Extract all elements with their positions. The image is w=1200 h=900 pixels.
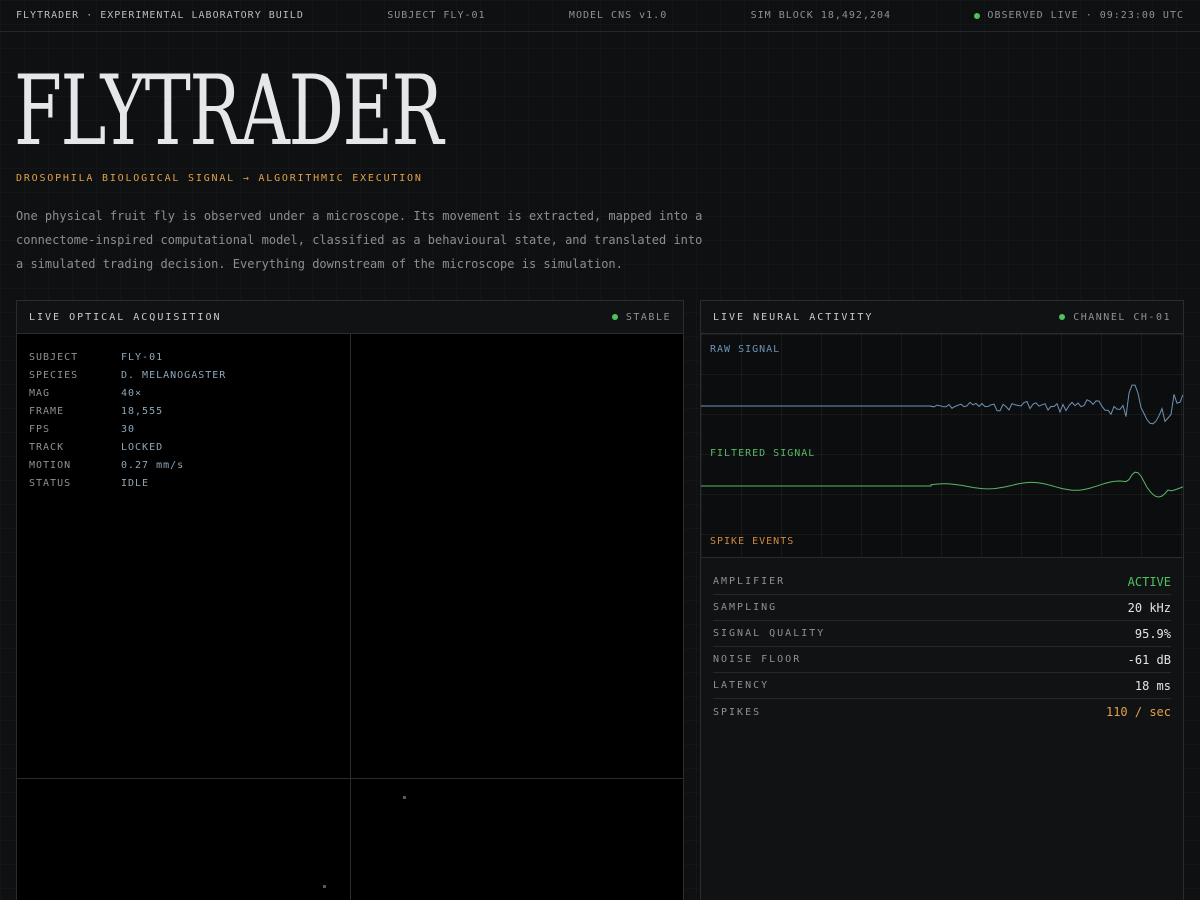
readout-row: STATUS IDLE: [29, 474, 226, 492]
stat-row: SPIKES 110 / sec: [713, 699, 1171, 725]
filtered-signal-label: FILTERED SIGNAL: [710, 448, 816, 459]
optical-acquisition-panel: LIVE OPTICAL ACQUISITION STABLE SUBJECT F…: [16, 300, 684, 900]
readout-row: FRAME 18,555: [29, 402, 226, 420]
crosshair-vertical: [350, 334, 351, 900]
subject-label: SUBJECT FLY-01: [387, 10, 486, 21]
live-indicator-icon: [974, 12, 981, 19]
readout-row: FPS 30: [29, 420, 226, 438]
stat-key: SPIKES: [713, 706, 762, 718]
readout-value: 18,555: [121, 405, 164, 417]
stat-value: 110 / sec: [1105, 705, 1171, 719]
optical-panel-title: LIVE OPTICAL ACQUISITION: [29, 311, 222, 323]
stat-key: LATENCY: [713, 680, 770, 691]
readout-key: STATUS: [29, 477, 72, 489]
readout-key: MOTION: [29, 459, 72, 471]
stat-row: SIGNAL QUALITY 95.9%: [713, 621, 1171, 647]
stat-key: AMPLIFIER: [713, 576, 786, 587]
stat-key: SAMPLING: [713, 602, 778, 613]
readout-row: MOTION 0.27 mm/s: [29, 456, 226, 474]
channel-indicator-icon: [1059, 314, 1066, 320]
readout-row: SPECIES D. MELANOGASTER: [29, 366, 226, 384]
stat-row: NOISE FLOOR -61 dB: [713, 647, 1171, 673]
live-status: OBSERVED LIVE · 09:23:00 UTC: [974, 10, 1184, 21]
stat-key: SIGNAL QUALITY: [713, 628, 826, 639]
stat-row: SAMPLING 20 kHz: [713, 595, 1171, 621]
live-status-text: OBSERVED LIVE · 09:23:00 UTC: [987, 10, 1184, 21]
readout-value: 30: [121, 423, 136, 435]
readout-value: 40×: [121, 387, 143, 399]
amplifier-stats: AMPLIFIER ACTIVE SAMPLING 20 kHz SIGNAL QUAL…: [713, 569, 1171, 725]
particle-marker: [403, 796, 406, 799]
readout-value: 0.27 mm/s: [121, 459, 185, 471]
build-label: FLYTRADER · EXPERIMENTAL LABORATORY BUIL…: [16, 10, 304, 21]
stat-key: NOISE FLOOR: [713, 654, 802, 665]
top-status-bar: FLYTRADER · EXPERIMENTAL LABORATORY BUIL…: [0, 0, 1200, 32]
crosshair-horizontal: [17, 778, 683, 779]
neural-activity-panel: LIVE NEURAL ACTIVITY CHANNEL CH-01 RAW S…: [700, 300, 1184, 900]
stat-value: 18 ms: [1134, 678, 1171, 693]
readout-key: SPECIES: [29, 369, 79, 381]
stat-value: -61 dB: [1127, 652, 1171, 667]
stat-value: 20 kHz: [1127, 600, 1171, 615]
stat-row: LATENCY 18 ms: [713, 673, 1171, 699]
oscilloscope: RAW SIGNAL FILTERED SIGNAL SPIKE EVENTS: [701, 334, 1183, 558]
spike-events-label: SPIKE EVENTS: [710, 536, 795, 547]
particle-marker: [323, 885, 326, 888]
readout-value: IDLE: [121, 477, 150, 489]
page-subtitle: DROSOPHILA BIOLOGICAL SIGNAL → ALGORITHM…: [16, 173, 423, 184]
stat-value: ACTIVE: [1127, 574, 1171, 589]
readout-row: MAG 40×: [29, 384, 226, 402]
channel-label: CHANNEL CH-01: [1073, 311, 1171, 323]
readout-key: FPS: [29, 423, 51, 435]
raw-signal-trace: [701, 384, 1183, 425]
optical-panel-header: LIVE OPTICAL ACQUISITION STABLE: [17, 301, 683, 334]
readout-value: LOCKED: [121, 441, 164, 453]
microscope-viewport[interactable]: SUBJECT FLY-01 SPECIES D. MELANOGASTER MAG 40…: [17, 334, 683, 900]
model-label: MODEL CNS v1.0: [568, 10, 668, 21]
neural-panel-header: LIVE NEURAL ACTIVITY CHANNEL CH-01: [701, 301, 1183, 334]
optical-status: STABLE: [611, 311, 671, 323]
readout-value: D. MELANOGASTER: [121, 369, 227, 381]
page-title: FLYTRADER: [14, 55, 444, 167]
readout-row: TRACK LOCKED: [29, 438, 226, 456]
page-description: One physical fruit fly is observed under…: [16, 209, 703, 271]
stat-value: 95.9%: [1134, 626, 1171, 641]
acquisition-readout: SUBJECT FLY-01 SPECIES D. MELANOGASTER MAG 40…: [29, 348, 226, 492]
readout-key: SUBJECT: [29, 351, 79, 363]
optical-status-text: STABLE: [625, 311, 671, 323]
raw-signal-label: RAW SIGNAL: [710, 344, 781, 355]
neural-panel-title: LIVE NEURAL ACTIVITY: [713, 311, 874, 323]
channel-status: CHANNEL CH-01: [1059, 312, 1171, 323]
readout-key: FRAME: [29, 405, 65, 417]
readout-row: SUBJECT FLY-01: [29, 348, 226, 366]
stable-indicator-icon: [611, 314, 618, 320]
readout-value: FLY-01: [121, 351, 164, 363]
stat-row: AMPLIFIER ACTIVE: [713, 569, 1171, 595]
sim-block-label: SIM BLOCK 18,492,204: [750, 10, 892, 21]
readout-key: TRACK: [29, 441, 65, 453]
filtered-signal-trace: [701, 471, 1183, 498]
readout-key: MAG: [29, 387, 51, 399]
oscilloscope-traces: [701, 384, 1183, 498]
